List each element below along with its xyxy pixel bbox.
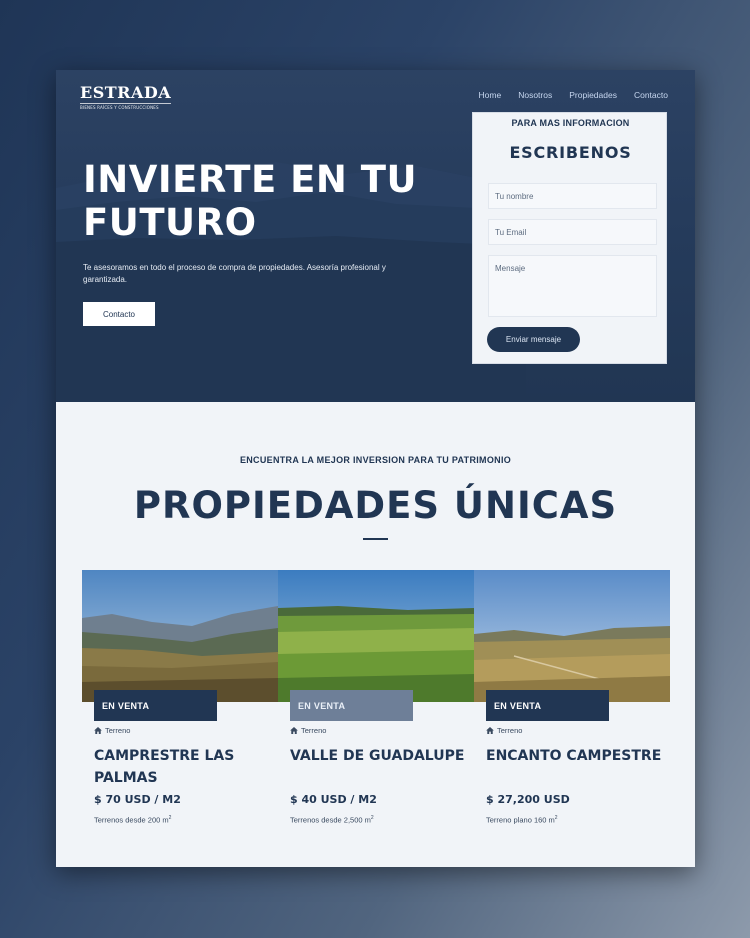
property-title[interactable]: ENCANTO CAMPESTRE: [486, 745, 666, 767]
hero-subtitle: Te asesoramos en todo el proceso de comp…: [83, 263, 386, 284]
property-card[interactable]: EN VENTA Terreno VALLE DE GUADALUPE $ 40…: [278, 570, 474, 840]
property-note-text: Terrenos desde 2,500 m: [290, 815, 371, 825]
section-kicker: ENCUENTRA LA MEJOR INVERSION PARA TU PAT…: [239, 455, 512, 465]
property-type-label: Terreno: [105, 726, 131, 735]
brand-logo[interactable]: ESTRADA BIENES RAÍCES Y CONSTRUCCIONES: [80, 83, 172, 110]
home-icon: [486, 727, 494, 734]
name-field[interactable]: [488, 183, 657, 209]
status-badge: EN VENTA: [94, 690, 217, 721]
hero-section: ESTRADA BIENES RAÍCES Y CONSTRUCCIONES H…: [56, 70, 695, 402]
property-type: Terreno: [486, 726, 522, 735]
form-kicker: PARA MAS INFORMACION: [511, 118, 630, 128]
property-note-text: Terrenos desde 200 m: [94, 815, 169, 825]
nav-home[interactable]: Home: [479, 90, 502, 100]
property-type-label: Terreno: [301, 726, 327, 735]
nav-nosotros[interactable]: Nosotros: [518, 90, 552, 100]
message-field[interactable]: [488, 255, 657, 317]
property-note-sup: 2: [168, 815, 172, 821]
property-type-label: Terreno: [497, 726, 523, 735]
property-photo[interactable]: [278, 570, 474, 702]
landing-page: ESTRADA BIENES RAÍCES Y CONSTRUCCIONES H…: [56, 70, 695, 867]
status-badge: EN VENTA: [486, 690, 609, 721]
property-photo[interactable]: [474, 570, 670, 702]
hero-title: INVIERTE EN TU FUTURO: [83, 158, 418, 244]
property-note-sup: 2: [370, 815, 374, 821]
property-type: Terreno: [290, 726, 326, 735]
property-note: Terreno plano 160 m2: [486, 815, 558, 825]
property-note-text: Terreno plano 160 m: [486, 815, 555, 825]
section-title: PROPIEDADES ÚNICAS: [133, 484, 618, 527]
property-price: $ 70 USD / M2: [94, 793, 181, 806]
property-price: $ 40 USD / M2: [290, 793, 377, 806]
section-divider: [363, 538, 388, 540]
nav-contacto[interactable]: Contacto: [634, 90, 668, 100]
property-title[interactable]: CAMPRESTRE LAS PALMAS: [94, 745, 274, 789]
nav-propiedades[interactable]: Propiedades: [569, 90, 617, 100]
send-message-button[interactable]: Enviar mensaje: [487, 327, 580, 352]
property-title[interactable]: VALLE DE GUADALUPE: [290, 745, 470, 767]
property-note: Terrenos desde 200 m2: [94, 815, 171, 825]
form-title: ESCRIBENOS: [509, 143, 632, 162]
logo-tagline: BIENES RAÍCES Y CONSTRUCCIONES: [80, 103, 172, 110]
property-card[interactable]: EN VENTA Terreno CAMPRESTRE LAS PALMAS $…: [82, 570, 278, 840]
logo-wordmark: ESTRADA: [80, 83, 172, 102]
property-note-sup: 2: [554, 815, 558, 821]
main-nav: Home Nosotros Propiedades Contacto: [479, 90, 668, 100]
property-card[interactable]: EN VENTA Terreno ENCANTO CAMPESTRE $ 27,…: [474, 570, 670, 840]
property-photo[interactable]: [82, 570, 278, 702]
home-icon: [94, 727, 102, 734]
email-field[interactable]: [488, 219, 657, 245]
status-badge: EN VENTA: [290, 690, 413, 721]
home-icon: [290, 727, 298, 734]
property-note: Terrenos desde 2,500 m2: [290, 815, 374, 825]
contact-form-card: PARA MAS INFORMACION ESCRIBENOS Enviar m…: [472, 112, 667, 364]
property-type: Terreno: [94, 726, 130, 735]
hero-contact-button[interactable]: Contacto: [83, 302, 155, 326]
property-price: $ 27,200 USD: [486, 793, 570, 806]
